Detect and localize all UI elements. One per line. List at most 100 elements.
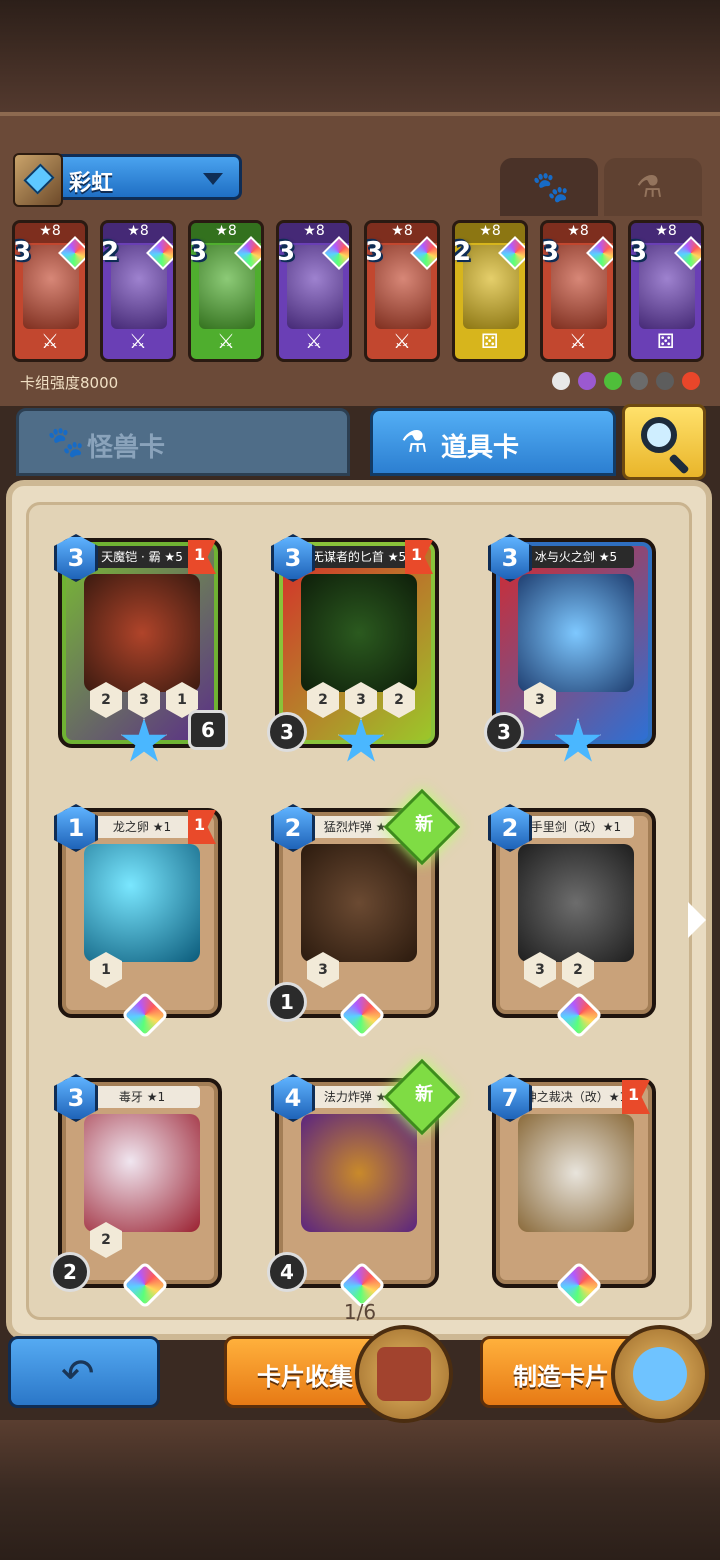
card-art	[84, 574, 200, 692]
mana-cost: 3	[629, 237, 648, 267]
item-card[interactable]: 龙之卵 ★1 1 1 1	[54, 804, 222, 1040]
deck-selector[interactable]: 彩虹	[13, 153, 242, 207]
neutral-icon	[552, 372, 570, 390]
deck-strength: 卡组强度8000	[20, 374, 119, 392]
item-card[interactable]: 手里剑（改）★1 2 3 2	[488, 804, 656, 1040]
item-card[interactable]: 天魔铠 · 霸 ★5 3 1 2 3 1 6	[54, 534, 228, 762]
stat-hex: 1	[90, 952, 122, 988]
tab-item-label: 道具卡	[441, 433, 520, 463]
potion-icon	[611, 1325, 709, 1423]
deck-card[interactable]: ★8 3 ⚄	[628, 220, 704, 362]
search-icon	[641, 417, 677, 453]
stat-hex: 3	[524, 682, 556, 718]
tab-monster-cards[interactable]: 🐾 怪兽卡	[16, 408, 350, 476]
stat-hex: 3	[128, 682, 160, 718]
tab-item-cards[interactable]: ⚗ 道具卡	[370, 408, 616, 476]
card-art	[518, 844, 634, 962]
deck-card[interactable]: ★8 3 ⚔	[276, 220, 352, 362]
card-book-icon	[355, 1325, 453, 1423]
corner-stat: 3	[484, 712, 524, 752]
item-card[interactable]: 冰与火之剑 ★5 3 3 3	[484, 534, 656, 762]
card-name: 天魔铠 · 霸 ★5	[84, 546, 200, 568]
card-art	[301, 574, 417, 692]
stat-hex: 2	[307, 682, 339, 718]
fire-icon	[682, 372, 700, 390]
sword-icon: ⚔	[393, 329, 411, 353]
shadow-icon	[630, 372, 648, 390]
deck-card[interactable]: ★8 2 ⚔	[100, 220, 176, 362]
item-card[interactable]: 神之裁决（改）★1 7 1	[488, 1074, 656, 1310]
card-stats: 3	[524, 682, 556, 718]
card-stats: 32	[524, 952, 594, 988]
mana-cost: 3	[189, 237, 208, 267]
deck-card[interactable]: ★8 3 ⚔	[364, 220, 440, 362]
card-name: 手里剑（改）★1	[518, 816, 634, 838]
deck-card[interactable]: ★8 3 ⚔	[12, 220, 88, 362]
card-art	[84, 844, 200, 962]
card-stats: 2	[90, 1222, 122, 1258]
next-page-arrow[interactable]	[688, 902, 706, 938]
mana-cost: 3	[541, 237, 560, 267]
deck-name: 彩虹	[69, 171, 114, 196]
deck-element-icons	[552, 372, 700, 390]
mana-cost: 3	[277, 237, 296, 267]
card-name: 龙之卵 ★1	[84, 816, 200, 838]
sword-icon: ⚔	[305, 329, 323, 353]
mana-cost: 3	[365, 237, 384, 267]
deck-card[interactable]: ★8 2 ⚄	[452, 220, 528, 362]
card-stats: 1	[90, 952, 122, 988]
arcane-icon	[578, 372, 596, 390]
corner-stat: 1	[267, 982, 307, 1022]
deck-book-icon	[13, 153, 63, 207]
deck-card[interactable]: ★8 3 ⚔	[540, 220, 616, 362]
corner-stat: 6	[188, 710, 228, 750]
chevron-down-icon	[203, 173, 223, 185]
item-card[interactable]: 毒牙 ★1 3 2 2	[50, 1074, 222, 1310]
staff-icon: ⚔	[217, 329, 235, 353]
new-badge-label: 新	[415, 813, 434, 835]
mana-cost: 2	[101, 237, 120, 267]
dice-staff-icon: ⚄	[657, 329, 675, 353]
stat-hex: 3	[307, 952, 339, 988]
card-art	[301, 844, 417, 962]
tab-monster-label: 怪兽卡	[87, 433, 166, 463]
craft-card-button[interactable]: 制造卡片	[480, 1325, 709, 1423]
card-art	[84, 1114, 200, 1232]
back-button[interactable]: ↶	[8, 1336, 160, 1408]
corner-stat: 4	[267, 1252, 307, 1292]
card-stats: 231	[90, 682, 198, 718]
collect-label: 卡片收集	[257, 1363, 353, 1391]
beast-icon	[656, 372, 674, 390]
page-indicator: 1/6	[343, 1300, 377, 1324]
mana-cost: 3	[13, 237, 32, 267]
item-card[interactable]: 法力炸弹 ★1 4 新 4	[267, 1058, 461, 1310]
card-art	[518, 1114, 634, 1232]
sword-icon: ⚔	[41, 329, 59, 353]
deck-card[interactable]: ★8 3 ⚔	[188, 220, 264, 362]
mana-cost: 2	[453, 237, 472, 267]
tab-monsters-top[interactable]: 🐾	[500, 158, 598, 216]
stat-hex: 2	[383, 682, 415, 718]
card-art	[518, 574, 634, 692]
deck-panel: 彩虹 🐾 ⚗ ★8 3 ⚔ ★8 2 ⚔ ★8 3 ⚔ ★8 3 ⚔ ★8 3 ⚔ ★8 2 ⚄ ★8 3 ⚔ ★8 3 ⚄ …	[0, 112, 720, 410]
search-button[interactable]	[622, 404, 706, 480]
item-card[interactable]: 无谋者的匕首 ★5 3 1 2 3 2 3	[267, 534, 439, 762]
stat-hex: 2	[90, 1222, 122, 1258]
stat-hex: 3	[524, 952, 556, 988]
corner-stat: 2	[50, 1252, 90, 1292]
card-name: 无谋者的匕首 ★5	[301, 546, 417, 568]
card-art	[301, 1114, 417, 1232]
stat-hex: 2	[562, 952, 594, 988]
new-badge-label: 新	[415, 1083, 434, 1105]
item-card[interactable]: 猛烈炸弹 ★1 2 新 3 1	[267, 788, 461, 1040]
card-name: 冰与火之剑 ★5	[518, 546, 634, 568]
paw-icon: 🐾	[532, 170, 570, 205]
tab-items-top[interactable]: ⚗	[604, 158, 702, 216]
wood-footer	[0, 1420, 720, 1560]
card-collection-button[interactable]: 卡片收集	[224, 1325, 453, 1423]
card-name: 毒牙 ★1	[84, 1086, 200, 1108]
sword-staff-icon: ⚔	[129, 329, 147, 353]
card-stats: 3	[307, 952, 339, 988]
stat-hex: 2	[90, 682, 122, 718]
card-name: 神之裁决（改）★1	[518, 1086, 634, 1108]
